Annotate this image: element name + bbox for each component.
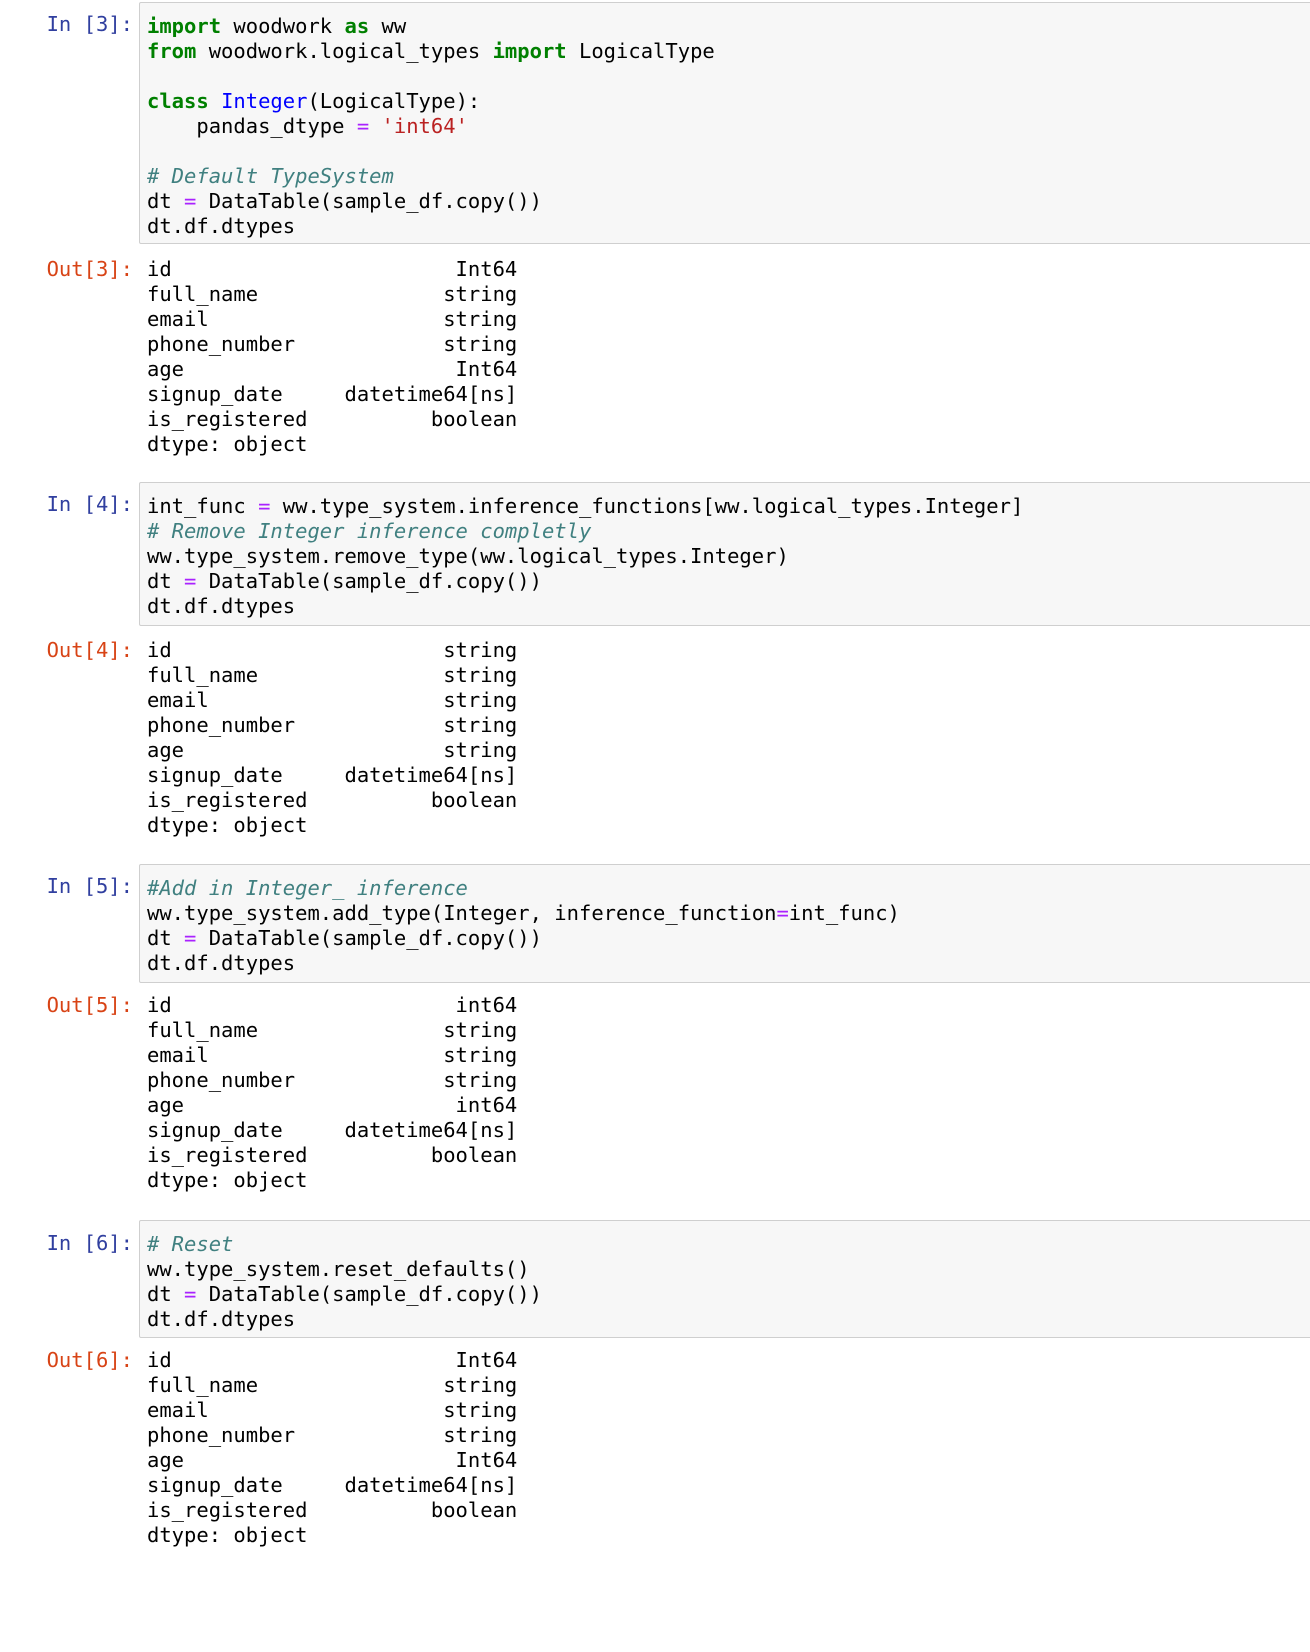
- cell-output: id Int64 full_name string email string p…: [147, 257, 517, 457]
- code-input-area[interactable]: #Add in Integer_ inference ww.type_syste…: [139, 864, 1310, 983]
- output-line: dtype: object: [147, 432, 308, 456]
- output-line: dtype: object: [147, 1168, 308, 1192]
- code-line: dt.df.dtypes: [147, 594, 296, 618]
- output-line: id Int64: [147, 257, 518, 281]
- output-line: signup_date datetime64[ns]: [147, 1473, 518, 1497]
- output-line: dtype: object: [147, 1523, 308, 1547]
- output-line: dtype: object: [147, 813, 308, 837]
- output-line: phone_number string: [147, 332, 518, 356]
- output-line: is_registered boolean: [147, 1143, 518, 1167]
- output-line: email string: [147, 688, 518, 712]
- out-prompt: Out[4]:: [46, 638, 133, 662]
- output-line: signup_date datetime64[ns]: [147, 763, 518, 787]
- code-input-area[interactable]: import woodwork as ww from woodwork.logi…: [139, 2, 1310, 244]
- out-prompt: Out[5]:: [46, 993, 133, 1017]
- output-line: is_registered boolean: [147, 1498, 518, 1522]
- code-line: ww.type_system.reset_defaults(): [147, 1257, 530, 1281]
- in-prompt: In [5]:: [46, 874, 133, 898]
- code-line: dt.df.dtypes: [147, 951, 296, 975]
- code-line: # Reset: [147, 1232, 234, 1256]
- code-line: # Default TypeSystem: [147, 164, 394, 188]
- code-line: dt = DataTable(sample_df.copy()): [147, 189, 542, 213]
- code-line: dt = DataTable(sample_df.copy()): [147, 1282, 542, 1306]
- output-line: full_name string: [147, 1018, 518, 1042]
- code-line: class Integer(LogicalType):: [147, 89, 481, 113]
- output-line: email string: [147, 307, 518, 331]
- code-line: dt.df.dtypes: [147, 214, 296, 238]
- in-prompt: In [6]:: [46, 1231, 133, 1255]
- code-line: dt = DataTable(sample_df.copy()): [147, 926, 542, 950]
- cell-output: id Int64 full_name string email string p…: [147, 1348, 517, 1548]
- output-line: is_registered boolean: [147, 407, 518, 431]
- output-line: signup_date datetime64[ns]: [147, 382, 518, 406]
- code-line: dt = DataTable(sample_df.copy()): [147, 569, 542, 593]
- output-line: id string: [147, 638, 518, 662]
- cell-output: id string full_name string email string …: [147, 638, 517, 838]
- output-line: id Int64: [147, 1348, 518, 1372]
- output-line: age string: [147, 738, 518, 762]
- output-line: email string: [147, 1043, 518, 1067]
- output-line: signup_date datetime64[ns]: [147, 1118, 518, 1142]
- output-line: phone_number string: [147, 713, 518, 737]
- code-input-area[interactable]: # Reset ww.type_system.reset_defaults() …: [139, 1220, 1310, 1338]
- output-line: age Int64: [147, 357, 518, 381]
- output-line: phone_number string: [147, 1423, 518, 1447]
- code-line: # Remove Integer inference completly: [147, 519, 592, 543]
- code-line: import woodwork as ww: [147, 14, 407, 38]
- output-line: full_name string: [147, 663, 518, 687]
- code-line: ww.type_system.add_type(Integer, inferen…: [147, 901, 900, 925]
- output-line: full_name string: [147, 282, 518, 306]
- output-line: is_registered boolean: [147, 788, 518, 812]
- output-line: email string: [147, 1398, 518, 1422]
- output-line: phone_number string: [147, 1068, 518, 1092]
- cell-output: id int64 full_name string email string p…: [147, 993, 517, 1193]
- in-prompt: In [4]:: [46, 492, 133, 516]
- output-line: id int64: [147, 993, 518, 1017]
- in-prompt: In [3]:: [46, 12, 133, 36]
- out-prompt: Out[3]:: [46, 257, 133, 281]
- code-line: int_func = ww.type_system.inference_func…: [147, 494, 1024, 518]
- code-line: dt.df.dtypes: [147, 1307, 296, 1331]
- output-line: full_name string: [147, 1373, 518, 1397]
- code-input-area[interactable]: int_func = ww.type_system.inference_func…: [139, 482, 1310, 626]
- output-line: age int64: [147, 1093, 518, 1117]
- code-line: #Add in Integer_ inference: [147, 876, 468, 900]
- code-line: from woodwork.logical_types import Logic…: [147, 39, 715, 63]
- code-line: pandas_dtype = 'int64': [147, 114, 468, 138]
- out-prompt: Out[6]:: [46, 1348, 133, 1372]
- output-line: age Int64: [147, 1448, 518, 1472]
- code-line: ww.type_system.remove_type(ww.logical_ty…: [147, 544, 789, 568]
